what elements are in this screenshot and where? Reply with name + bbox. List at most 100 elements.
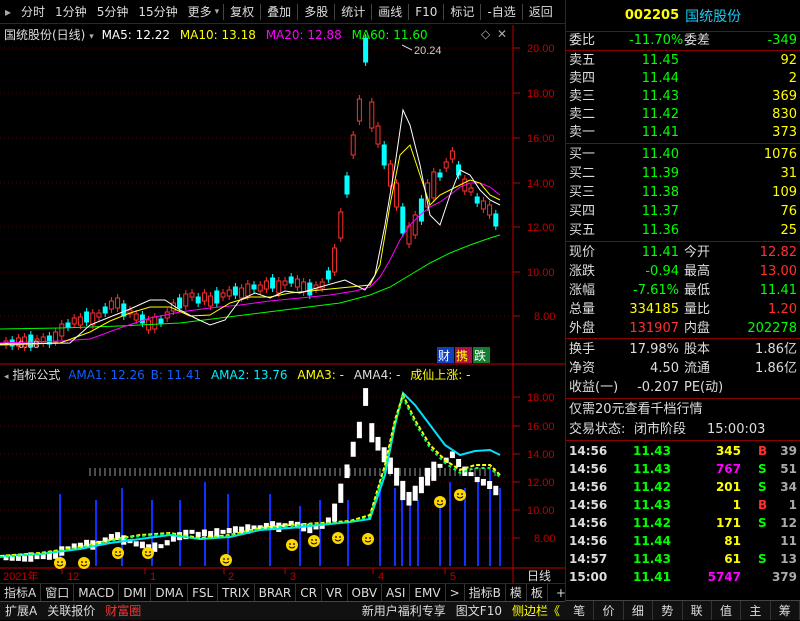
candle	[276, 280, 282, 294]
quote-side-tab[interactable]: 主	[741, 601, 771, 620]
toolbar-fenshi[interactable]: 分时	[16, 1, 50, 23]
tab-vr[interactable]: VR	[322, 583, 348, 602]
ma10-line	[0, 144, 501, 346]
status-new-user[interactable]: 新用户福利专享	[357, 602, 451, 621]
quote-side-tab[interactable]: 联	[683, 601, 712, 620]
tab-indicator-b[interactable]: 指标B	[465, 583, 506, 602]
tab-trix[interactable]: TRIX	[218, 583, 255, 602]
toolbar-huaxian[interactable]: 画线	[373, 1, 407, 23]
tick-count: 11	[780, 534, 797, 548]
tab-dma[interactable]: DMA	[151, 583, 189, 602]
indicator-candle	[46, 553, 52, 560]
tab-brar[interactable]: BRAR	[255, 583, 297, 602]
toolbar-diejia[interactable]: 叠加	[262, 1, 296, 23]
time-axis-labels: 2021年 12 1 2 3 4 5	[3, 569, 456, 583]
tab-cr[interactable]: CR	[296, 583, 322, 602]
tick-row: 14:56 11.42 171 S 12	[566, 514, 800, 532]
indicator-candle	[493, 485, 499, 496]
chart-toolbar: ▸ 分时 1分钟 5分钟 15分钟 更多 ▾ 复权 叠加 多股 统计 画线 F1…	[0, 0, 565, 24]
tick-price: 11.43	[633, 552, 671, 566]
candle	[96, 312, 102, 318]
tick-time: 14:56	[569, 498, 608, 512]
y-tick-label: 16.00	[527, 133, 555, 145]
divider	[566, 241, 800, 242]
quote-side-tab[interactable]: 势	[653, 601, 683, 620]
tab-asi[interactable]: ASI	[382, 583, 411, 602]
candle	[71, 317, 77, 325]
stat-value: 13.00	[759, 264, 797, 279]
tick-time: 14:57	[569, 552, 608, 566]
status-related-quote[interactable]: 关联报价	[42, 602, 100, 621]
period-label[interactable]: 日线	[527, 569, 551, 583]
toolbar-5min[interactable]: 5分钟	[92, 1, 134, 23]
chart-title-dropdown-icon[interactable]: ▾	[89, 32, 94, 42]
quote-side-tab[interactable]: 细	[624, 601, 654, 620]
tab-scroll-right[interactable]: >	[446, 583, 465, 602]
close-icon[interactable]: ✕	[497, 27, 507, 41]
bid-label: 买二	[569, 166, 596, 181]
toolbar-1min[interactable]: 1分钟	[50, 1, 92, 23]
stat-value: -0.94	[645, 264, 679, 279]
tick-row: 14:56 11.44 81 11	[566, 532, 800, 550]
status-wealth-circle[interactable]: 财富圈	[100, 602, 146, 621]
toolbar-zixuan[interactable]: -自选	[482, 1, 520, 23]
stat-label: 今开	[684, 245, 711, 260]
candle	[381, 144, 387, 166]
toolbar-f10[interactable]: F10	[410, 1, 442, 23]
quote-panel: 002205 国统股份 委比 -11.70% 委差 -349 仅需20元查看千档…	[565, 0, 800, 620]
candle	[443, 161, 449, 169]
status-sidebar[interactable]: 侧边栏《	[507, 602, 565, 621]
tab-fsl[interactable]: FSL	[188, 583, 219, 602]
smiley-icon	[78, 557, 90, 569]
indicator-dropdown-icon[interactable]: ◂	[4, 372, 9, 382]
status-f10[interactable]: 图文F10	[451, 602, 507, 621]
candle	[245, 283, 251, 297]
menu-icon[interactable]: ▸	[0, 1, 16, 23]
kline-chart-area[interactable]: 20.00 18.00 16.00 14.00 12.00 10.00 8.00…	[0, 25, 565, 583]
toolbar-15min[interactable]: 15分钟	[133, 1, 182, 23]
toolbar-biaoji[interactable]: 标记	[445, 1, 479, 23]
tab-board[interactable]: 板	[527, 583, 548, 602]
candle	[108, 300, 114, 310]
candle	[350, 134, 356, 156]
candle	[437, 172, 443, 178]
indicator-candle	[394, 467, 400, 486]
tab-model[interactable]: 模	[506, 583, 527, 602]
quote-side-tab[interactable]: 筹	[771, 601, 800, 620]
stat-row: 总量 334185 量比 1.20	[566, 301, 800, 319]
quote-side-tab[interactable]: 价	[594, 601, 624, 620]
bid-row: 买五 11.36 25	[566, 222, 800, 240]
quote-side-tab[interactable]: 笔	[565, 601, 595, 620]
tab-macd[interactable]: MACD	[74, 583, 120, 602]
promo-text[interactable]: 仅需20元查看千档行情	[569, 401, 703, 419]
tab-obv[interactable]: OBV	[348, 583, 383, 602]
tab-window[interactable]: 窗口	[41, 583, 75, 602]
stat-label: 总量	[569, 302, 596, 317]
toolbar-more[interactable]: 更多	[183, 1, 212, 23]
toolbar-tongji[interactable]: 统计	[336, 1, 370, 23]
quote-side-tab[interactable]: 值	[712, 601, 742, 620]
more-dropdown-icon[interactable]: ▾	[212, 7, 223, 17]
diamond-icon[interactable]: ◇	[481, 27, 490, 41]
tab-dmi[interactable]: DMI	[119, 583, 152, 602]
tab-emv[interactable]: EMV	[410, 583, 446, 602]
candle	[158, 318, 164, 324]
candle	[301, 281, 307, 293]
tab-indicator-a[interactable]: 指标A	[0, 583, 42, 602]
candle	[232, 286, 238, 296]
toolbar-fuquan[interactable]: 复权	[225, 1, 259, 23]
toolbar-duogu[interactable]: 多股	[299, 1, 333, 23]
tick-volume: 201	[715, 480, 741, 494]
ask-label: 卖二	[569, 107, 596, 122]
indicator-candle	[375, 436, 381, 451]
candle	[487, 204, 493, 216]
candle	[239, 287, 245, 299]
indicator-candle	[381, 447, 387, 463]
indicator-candle	[332, 503, 338, 522]
status-expand-a[interactable]: 扩展A	[0, 602, 42, 621]
divider	[566, 398, 800, 399]
toolbar-fanhui[interactable]: 返回	[524, 1, 558, 23]
promo-row[interactable]: 仅需20元查看千档行情	[566, 401, 800, 419]
tick-row: 14:56 11.43 1 B 1	[566, 496, 800, 514]
indicator-candle	[232, 526, 238, 533]
